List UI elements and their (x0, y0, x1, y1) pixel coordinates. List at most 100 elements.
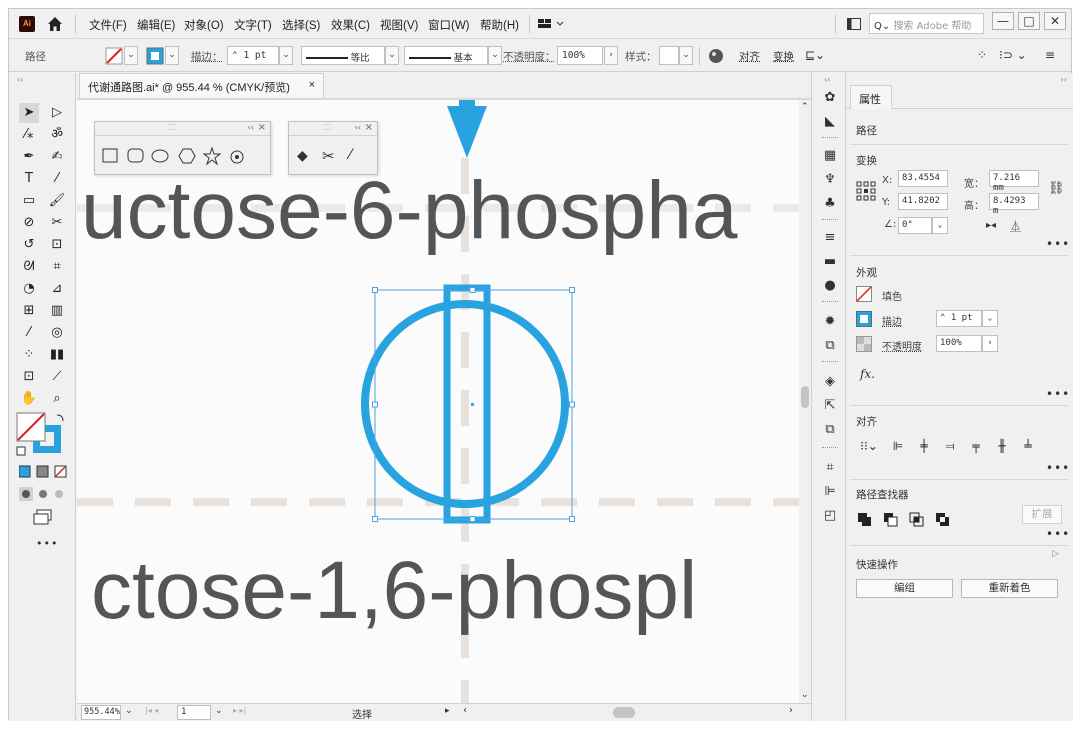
effects-fx-button[interactable]: fx. (860, 367, 875, 381)
rotate-tool-icon[interactable]: ↺ (19, 235, 39, 255)
hand-tool-icon[interactable]: ✋ (19, 389, 39, 409)
profile-chevron-icon[interactable]: ⌄ (385, 46, 399, 65)
screen-mode-icon[interactable] (33, 509, 53, 525)
flyout-header[interactable]: ⁚⁚⁚⁚ ‹‹ × (95, 122, 270, 136)
status-menu-icon[interactable]: ▸ (445, 706, 450, 716)
arrange-icon[interactable]: ⊑⌄ (805, 48, 825, 62)
recolor-artwork-icon[interactable] (708, 48, 724, 64)
reference-point-icon[interactable] (856, 181, 876, 201)
stroke-weight-chevron-icon[interactable]: ⌄ (982, 310, 998, 327)
expand-dock-icon[interactable]: ›› (1061, 75, 1067, 84)
y-field[interactable]: 41.8202 (898, 193, 948, 210)
variable-width-profile[interactable]: 等比 (301, 46, 385, 65)
horizontal-scroll-thumb[interactable] (613, 707, 635, 718)
artboard-canvas[interactable]: uctose-6-phospha ctose-1,6-phospl ⁚⁚⁚⁚ ‹… (77, 100, 799, 703)
collapse-icon[interactable]: ‹‹ (355, 123, 361, 132)
color-panel-icon[interactable]: ◣ (821, 113, 839, 131)
align-right-icon[interactable]: ⫤ (942, 439, 958, 453)
flyout-header[interactable]: ⁚⁚⁚ ‹‹ × (289, 122, 377, 136)
type-tool-icon[interactable]: T (19, 169, 39, 189)
stroke-label[interactable]: 描边： (191, 49, 223, 64)
menu-edit[interactable]: 编辑(E) (137, 17, 175, 33)
scale-tool-icon[interactable]: ⊡ (47, 235, 67, 255)
angle-chevron-icon[interactable]: ⌄ (932, 217, 948, 234)
opacity-field[interactable]: 100% (936, 335, 982, 352)
flip-vertical-icon[interactable]: ⏅ (1010, 218, 1021, 234)
menu-effect[interactable]: 效果(C) (331, 17, 370, 33)
menu-window[interactable]: 窗口(W) (428, 17, 470, 33)
scissors-icon[interactable]: ✂ (322, 147, 335, 165)
artboard-tool-icon[interactable]: ⊡ (19, 367, 39, 387)
menu-select[interactable]: 选择(S) (282, 17, 320, 33)
pathfinder-expand-button[interactable]: 扩展 (1022, 505, 1062, 524)
free-transform-tool-icon[interactable]: ⌗ (47, 257, 67, 277)
drag-grip-icon[interactable]: ⁚⁚⁚⁚ (167, 123, 177, 132)
style-chevron-icon[interactable]: ⌄ (679, 46, 693, 65)
slice-tool-icon[interactable]: ⟋ (47, 367, 67, 387)
opacity-label[interactable]: 不透明度： (503, 49, 556, 64)
shaper-tool-icon[interactable]: ⊘ (19, 213, 39, 233)
align-bottom-icon[interactable]: ╧ (1020, 439, 1036, 453)
menu-view[interactable]: 视图(V) (380, 17, 418, 33)
mesh-tool-icon[interactable]: ⊞ (19, 301, 39, 321)
transparency-panel-icon[interactable]: ● (821, 277, 839, 295)
selection-tool-icon[interactable]: ➤ (19, 103, 39, 123)
close-icon[interactable]: × (365, 122, 373, 133)
group-button[interactable]: 编组 (856, 579, 953, 598)
menu-type[interactable]: 文字(T) (234, 17, 272, 33)
align-left-icon[interactable]: ⊫ (890, 439, 906, 453)
search-input[interactable]: Q⌄ 搜索 Adobe 帮助 (869, 13, 984, 34)
height-field[interactable]: 8.4293 m (989, 193, 1039, 216)
brushes-icon[interactable]: ♆ (821, 171, 839, 189)
fill-stroke-swatches[interactable] (15, 411, 71, 459)
pathfinder-panel-icon[interactable]: ◰ (821, 507, 839, 525)
transform-panel-icon[interactable]: ⌗ (821, 459, 839, 477)
grid-icon[interactable]: ⁘ (977, 48, 987, 62)
panel-menu-icon[interactable]: ≡ (1045, 48, 1055, 62)
align-more-options-icon[interactable]: ••• (1046, 461, 1070, 475)
opacity-swatch[interactable] (856, 336, 872, 352)
menu-object[interactable]: 对象(O) (184, 17, 224, 33)
angle-field[interactable]: 0° (898, 217, 932, 234)
scroll-down-icon[interactable]: ⌄ (801, 690, 809, 700)
scissors-tool-icon[interactable]: ✂ (47, 213, 67, 233)
paintbrush-tool-icon[interactable]: 🖌 (47, 191, 67, 211)
column-graph-tool-icon[interactable]: ▮▮ (47, 345, 67, 365)
close-tab-icon[interactable]: × (309, 79, 315, 91)
close-icon[interactable]: × (258, 122, 266, 133)
align-top-icon[interactable]: ╤ (968, 439, 984, 453)
menu-file[interactable]: 文件(F) (89, 17, 127, 33)
drag-grip-icon[interactable]: ⁚⁚⁚ (323, 123, 331, 132)
stroke-color-swatch[interactable] (856, 311, 872, 327)
line-tool-icon[interactable]: ⁄ (47, 169, 67, 189)
knife-icon[interactable]: ⁄ (349, 147, 351, 163)
first-artboard-icon[interactable]: |◂ ◂ (145, 706, 158, 715)
fill-none-swatch[interactable] (105, 47, 123, 65)
artboard-chevron-icon[interactable]: ⌄ (215, 706, 223, 716)
fill-swatch[interactable] (856, 286, 872, 302)
graphic-styles-icon[interactable]: ⧉ (821, 337, 839, 355)
direct-selection-tool-icon[interactable]: ▷ (47, 103, 67, 123)
warp-tool-icon[interactable]: ᘛ (19, 257, 39, 277)
maximize-button[interactable]: □ (1018, 12, 1040, 30)
fill-dropdown-chevron-icon[interactable]: ⌄ (124, 46, 138, 65)
scroll-left-icon[interactable]: ‹ (463, 705, 467, 716)
align-horizontal-center-icon[interactable]: ╪ (916, 439, 932, 453)
x-field[interactable]: 83.4554 (898, 170, 948, 187)
opacity-arrow-icon[interactable]: › (604, 46, 618, 65)
vertical-scrollbar[interactable]: ⌃ ⌄ (799, 100, 811, 703)
layers-icon[interactable]: ◈ (821, 373, 839, 391)
appearance-more-options-icon[interactable]: ••• (1046, 387, 1070, 401)
panel-layout-icon[interactable] (847, 18, 861, 30)
shape-builder-tool-icon[interactable]: ◔ (19, 279, 39, 299)
align-link[interactable]: 对齐 (739, 49, 760, 64)
collapse-dock-icon[interactable]: ‹‹ (824, 75, 830, 84)
magic-wand-tool-icon[interactable]: ⁄⁎ (19, 125, 39, 145)
zoom-field[interactable]: 955.44% (81, 705, 121, 720)
symbols-icon[interactable]: ♣ (821, 195, 839, 213)
next-artboard-icon[interactable]: ▸ ▸| (233, 706, 246, 715)
stroke-weight-field[interactable]: ⌃ 1 pt (936, 310, 982, 327)
opacity-field[interactable]: 100% (557, 46, 603, 65)
align-vertical-center-icon[interactable]: ╫ (994, 439, 1010, 453)
align-to-selection-icon[interactable]: ⁝⁝⌄ (856, 439, 882, 453)
